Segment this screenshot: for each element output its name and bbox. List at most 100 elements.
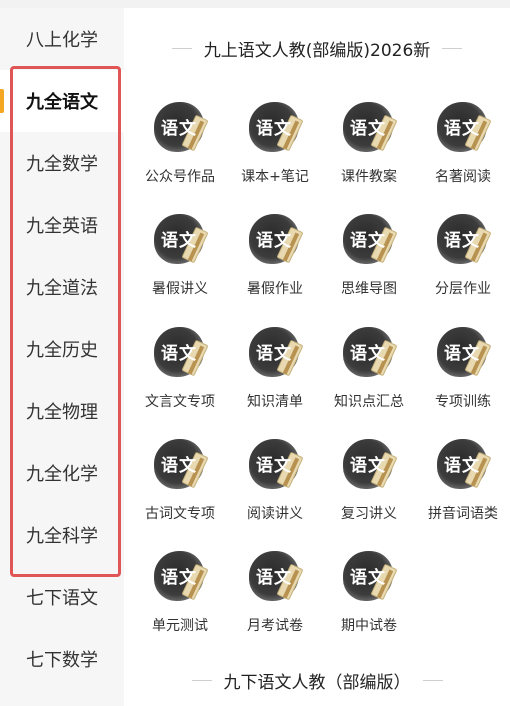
- resource-item[interactable]: 语文 单元测试: [133, 545, 227, 649]
- title-divider-left: [171, 48, 192, 49]
- sidebar-item-label: 八上化学: [26, 30, 98, 51]
- sidebar-item-9-physics[interactable]: 九全物理: [0, 380, 124, 442]
- yuwen-ink-scroll-icon: 语文: [148, 433, 212, 497]
- resource-item-label: 知识点汇总: [334, 394, 404, 410]
- icon-text: 语文: [350, 568, 386, 588]
- yuwen-ink-scroll-icon: 语文: [243, 433, 307, 497]
- resource-item[interactable]: 语文 名著阅读: [416, 96, 510, 200]
- icon-text: 语文: [444, 456, 480, 476]
- yuwen-ink-scroll-icon: 语文: [243, 208, 307, 272]
- resource-item[interactable]: 语文 阅读讲义: [228, 433, 322, 537]
- icon-text: 语文: [350, 344, 386, 364]
- resource-item-label: 月考试卷: [247, 618, 303, 634]
- yuwen-ink-scroll-icon: 语文: [243, 96, 307, 160]
- resource-item[interactable]: 语文 知识清单: [228, 321, 322, 425]
- icon-text: 语文: [350, 231, 386, 251]
- yuwen-ink-scroll-icon: 语文: [243, 321, 307, 385]
- resource-item[interactable]: 语文 古词文专项: [133, 433, 227, 537]
- resource-item-label: 思维导图: [341, 281, 397, 297]
- icon-text: 语文: [161, 119, 197, 139]
- title-divider-right: [422, 680, 443, 681]
- resource-item[interactable]: 语文 思维导图: [322, 208, 416, 312]
- sidebar-item-8-chemistry[interactable]: 八上化学: [0, 8, 124, 70]
- sidebar-item-9-math[interactable]: 九全数学: [0, 132, 124, 194]
- section-title-text: 九下语文人教（部编版）: [223, 673, 411, 693]
- sidebar-item-label: 九全道法: [26, 278, 98, 299]
- sidebar-item-7-math[interactable]: 七下数学: [0, 628, 124, 690]
- icon-text: 语文: [161, 568, 197, 588]
- icon-text: 语文: [256, 231, 292, 251]
- icon-text: 语文: [256, 456, 292, 476]
- resource-item-label: 暑假讲义: [152, 281, 208, 297]
- title-divider-left: [191, 680, 212, 681]
- title-divider-right: [442, 48, 463, 49]
- icon-text: 语文: [444, 344, 480, 364]
- resource-item[interactable]: 语文 分层作业: [416, 208, 510, 312]
- resource-item-label: 期中试卷: [341, 618, 397, 634]
- active-indicator: [0, 89, 4, 113]
- yuwen-ink-scroll-icon: 语文: [148, 208, 212, 272]
- yuwen-ink-scroll-icon: 语文: [431, 321, 495, 385]
- subject-sidebar: 八上化学 九全语文 九全数学 九全英语 九全道法 九全历史 九全物理 九全化学 …: [0, 8, 124, 706]
- yuwen-ink-scroll-icon: 语文: [337, 321, 401, 385]
- resource-item-label: 课件教案: [341, 169, 397, 185]
- resource-item-label: 分层作业: [435, 281, 491, 297]
- sidebar-item-9-morality-law[interactable]: 九全道法: [0, 256, 124, 318]
- yuwen-ink-scroll-icon: 语文: [337, 545, 401, 609]
- sidebar-item-label: 七下数学: [26, 650, 98, 671]
- sidebar-item-label: 九全历史: [26, 340, 98, 361]
- icon-text: 语文: [444, 119, 480, 139]
- yuwen-ink-scroll-icon: 语文: [431, 96, 495, 160]
- sidebar-item-label: 九全物理: [26, 402, 98, 423]
- sidebar-item-9-chinese[interactable]: 九全语文: [0, 70, 124, 132]
- icon-text: 语文: [256, 568, 292, 588]
- resource-item-label: 文言文专项: [145, 394, 215, 410]
- yuwen-ink-scroll-icon: 语文: [337, 96, 401, 160]
- resource-item[interactable]: 语文 暑假讲义: [133, 208, 227, 312]
- resource-item[interactable]: 语文 课本+笔记: [228, 96, 322, 200]
- resource-item-label: 复习讲义: [341, 506, 397, 522]
- sidebar-item-label: 九全数学: [26, 154, 98, 175]
- content-panel: 九上语文人教(部编版)2026新 语文 公众号作品 语文 课本+笔记 语文 课件教案 语文名…: [124, 8, 510, 706]
- yuwen-ink-scroll-icon: 语文: [337, 208, 401, 272]
- resource-item[interactable]: 语文 公众号作品: [133, 96, 227, 200]
- resource-item[interactable]: 语文 月考试卷: [228, 545, 322, 649]
- icon-text: 语文: [444, 231, 480, 251]
- resource-item[interactable]: 语文 专项训练: [416, 321, 510, 425]
- resource-item-label: 名著阅读: [435, 169, 491, 185]
- section-title-text: 九上语文人教(部编版)2026新: [203, 41, 431, 61]
- icon-text: 语文: [161, 231, 197, 251]
- sidebar-item-7-chinese[interactable]: 七下语文: [0, 566, 124, 628]
- resource-item[interactable]: 语文 课件教案: [322, 96, 416, 200]
- resource-item-label: 古词文专项: [145, 506, 215, 522]
- yuwen-ink-scroll-icon: 语文: [243, 545, 307, 609]
- yuwen-ink-scroll-icon: 语文: [431, 433, 495, 497]
- yuwen-ink-scroll-icon: 语文: [337, 433, 401, 497]
- section-title-9-lower: 九下语文人教（部编版）: [124, 668, 510, 693]
- sidebar-item-9-history[interactable]: 九全历史: [0, 318, 124, 380]
- resource-item-label: 公众号作品: [145, 169, 215, 185]
- sidebar-item-9-chemistry[interactable]: 九全化学: [0, 442, 124, 504]
- sidebar-item-9-english[interactable]: 九全英语: [0, 194, 124, 256]
- section-title-9-upper: 九上语文人教(部编版)2026新: [124, 36, 510, 61]
- icon-text: 语文: [256, 344, 292, 364]
- icon-text: 语文: [256, 119, 292, 139]
- icon-text: 语文: [161, 344, 197, 364]
- resource-item-label: 暑假作业: [247, 281, 303, 297]
- sidebar-item-9-science[interactable]: 九全科学: [0, 504, 124, 566]
- resource-item[interactable]: 语文 知识点汇总: [322, 321, 416, 425]
- resource-item[interactable]: 语文 期中试卷: [322, 545, 416, 649]
- resource-item-label: 知识清单: [247, 394, 303, 410]
- sidebar-item-label: 九全科学: [26, 526, 98, 547]
- sidebar-item-label: 九全英语: [26, 216, 98, 237]
- yuwen-ink-scroll-icon: 语文: [148, 545, 212, 609]
- sidebar-item-label: 九全化学: [26, 464, 98, 485]
- resource-item[interactable]: 语文 文言文专项: [133, 321, 227, 425]
- resource-item-label: 专项训练: [435, 394, 491, 410]
- sidebar-item-label: 七下语文: [26, 588, 98, 609]
- resource-item[interactable]: 语文 拼音词语类: [416, 433, 510, 537]
- resource-item-label: 拼音词语类: [428, 506, 498, 522]
- icon-text: 语文: [161, 456, 197, 476]
- resource-item[interactable]: 语文 复习讲义: [322, 433, 416, 537]
- resource-item[interactable]: 语文 暑假作业: [228, 208, 322, 312]
